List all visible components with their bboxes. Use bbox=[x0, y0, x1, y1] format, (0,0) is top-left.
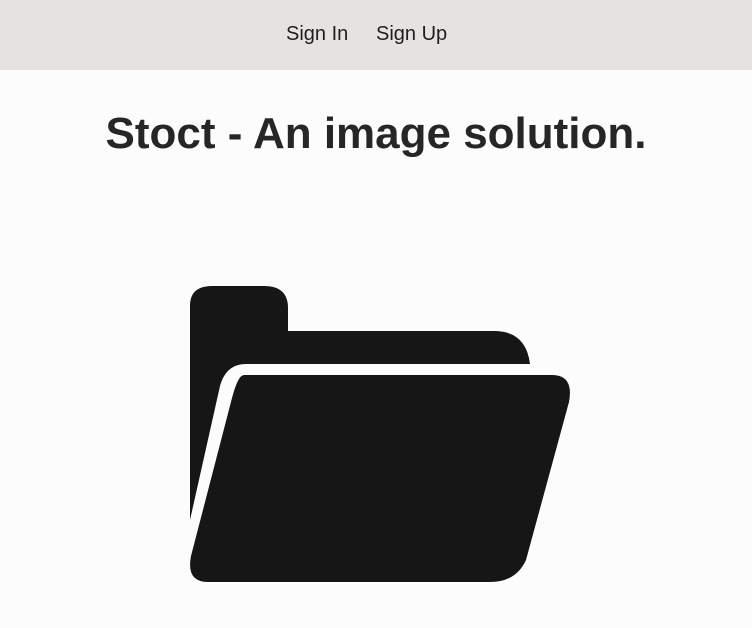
sign-up-link[interactable]: Sign Up bbox=[376, 22, 447, 46]
top-nav: Sign In Sign Up bbox=[0, 0, 752, 70]
page-title: Stoct - An image solution. bbox=[105, 109, 647, 158]
sign-in-link[interactable]: Sign In bbox=[286, 22, 348, 46]
folder-open-icon bbox=[186, 282, 576, 588]
